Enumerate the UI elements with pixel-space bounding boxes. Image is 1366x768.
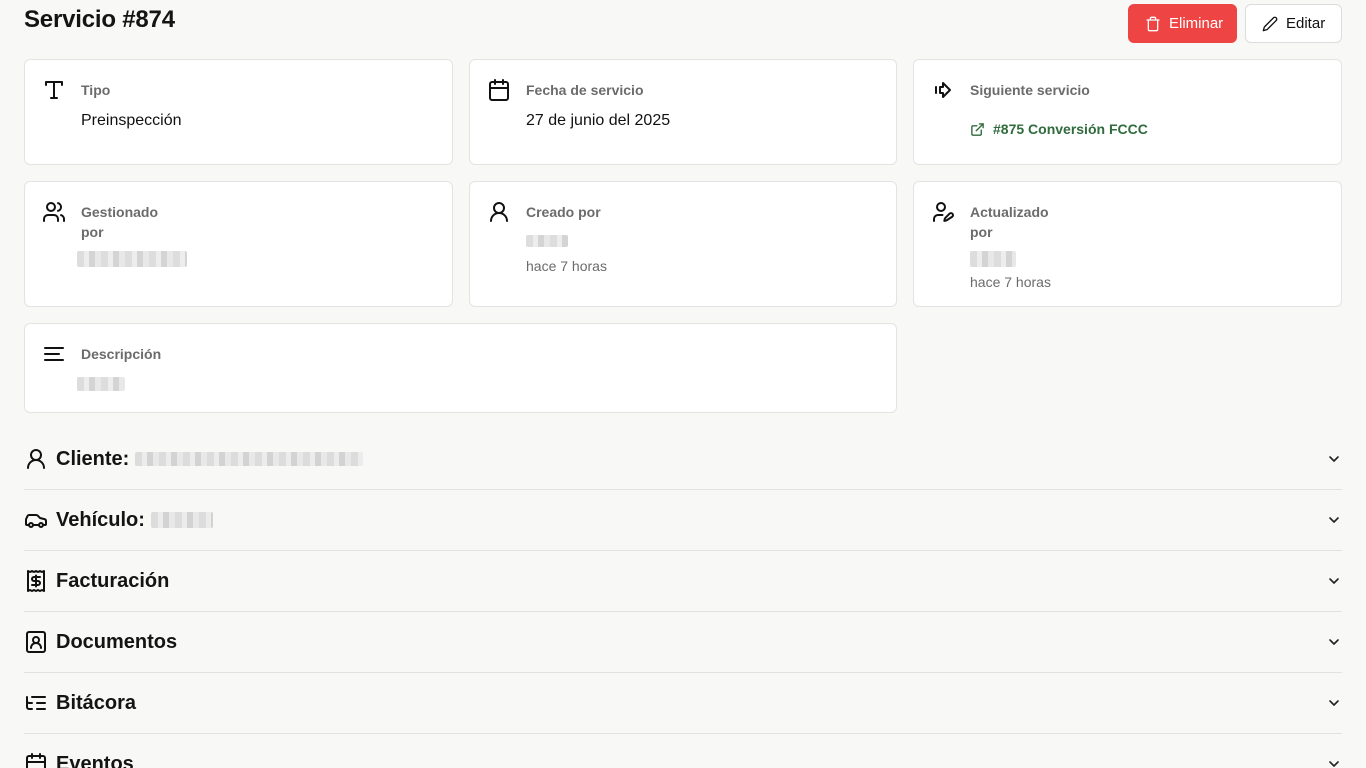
trash-icon xyxy=(1145,16,1161,32)
list-tree-icon xyxy=(24,691,48,715)
next-service-link-text: #875 Conversión FCCC xyxy=(993,121,1148,137)
section-title: Bitácora xyxy=(56,691,137,714)
card-actualizado: Actualizado por hace 7 horas xyxy=(913,181,1342,307)
section-facturacion[interactable]: Facturación xyxy=(24,551,1342,612)
contact-card-icon xyxy=(24,630,48,654)
card-label: Fecha de servicio xyxy=(526,82,644,98)
card-label: Actualizado por xyxy=(970,204,1049,240)
section-title: Eventos xyxy=(56,752,134,768)
card-value: 27 de junio del 2025 xyxy=(526,112,671,129)
next-service-link[interactable]: #875 Conversión FCCC xyxy=(970,121,1148,137)
card-value: Preinspección xyxy=(81,112,182,129)
section-cliente[interactable]: Cliente: xyxy=(24,429,1342,490)
redacted-value xyxy=(150,512,213,528)
section-title: Documentos xyxy=(56,630,178,653)
pencil-icon xyxy=(1262,16,1278,32)
edit-button-label: Editar xyxy=(1286,15,1326,32)
chevron-down-icon xyxy=(1326,573,1342,589)
edit-button[interactable]: Editar xyxy=(1245,4,1342,43)
delete-button[interactable]: Eliminar xyxy=(1128,4,1237,43)
card-time: hace 7 horas xyxy=(970,274,1051,290)
type-icon xyxy=(42,78,66,102)
chevron-down-icon xyxy=(1326,695,1342,711)
section-vehiculo[interactable]: Vehículo: xyxy=(24,490,1342,551)
card-label: Creado por xyxy=(526,204,601,220)
card-label: Siguiente servicio xyxy=(970,82,1090,98)
chevron-down-icon xyxy=(1326,451,1342,467)
card-label: Tipo xyxy=(81,82,111,98)
user-icon xyxy=(487,200,511,224)
card-fecha: Fecha de servicio 27 de junio del 2025 xyxy=(469,59,897,165)
card-time: hace 7 horas xyxy=(526,258,607,274)
calendar-icon xyxy=(24,752,48,768)
card-creado: Creado por hace 7 horas xyxy=(469,181,897,307)
card-siguiente: Siguiente servicio #875 Conversión FCCC xyxy=(913,59,1342,165)
redacted-value xyxy=(77,377,125,391)
redacted-value xyxy=(970,251,1016,267)
section-title: Facturación xyxy=(56,569,170,592)
external-link-icon xyxy=(970,122,985,137)
calendar-icon xyxy=(487,78,511,102)
chevron-down-icon xyxy=(1326,756,1342,768)
redacted-value xyxy=(526,235,568,247)
user-pen-icon xyxy=(931,200,955,224)
chevron-down-icon xyxy=(1326,634,1342,650)
card-tipo: Tipo Preinspección xyxy=(24,59,453,165)
card-descripcion: Descripción xyxy=(24,323,897,413)
section-bitacora[interactable]: Bitácora xyxy=(24,673,1342,734)
delete-button-label: Eliminar xyxy=(1169,15,1224,32)
car-icon xyxy=(24,508,48,532)
users-icon xyxy=(42,200,66,224)
card-label: Gestionado por xyxy=(81,204,159,240)
page-title: Servicio #874 xyxy=(24,6,175,33)
section-title: Vehículo: xyxy=(56,508,145,531)
user-icon xyxy=(24,447,48,471)
redacted-value xyxy=(135,452,364,466)
section-eventos[interactable]: Eventos xyxy=(24,734,1342,768)
chevron-down-icon xyxy=(1326,512,1342,528)
redacted-value xyxy=(77,251,187,267)
section-documentos[interactable]: Documentos xyxy=(24,612,1342,673)
card-label: Descripción xyxy=(81,346,162,362)
section-title: Cliente: xyxy=(56,447,130,470)
text-align-left-icon xyxy=(42,342,66,366)
receipt-dollar-icon xyxy=(24,569,48,593)
card-gestionado: Gestionado por xyxy=(24,181,453,307)
arrow-right-to-line-icon xyxy=(931,78,955,102)
